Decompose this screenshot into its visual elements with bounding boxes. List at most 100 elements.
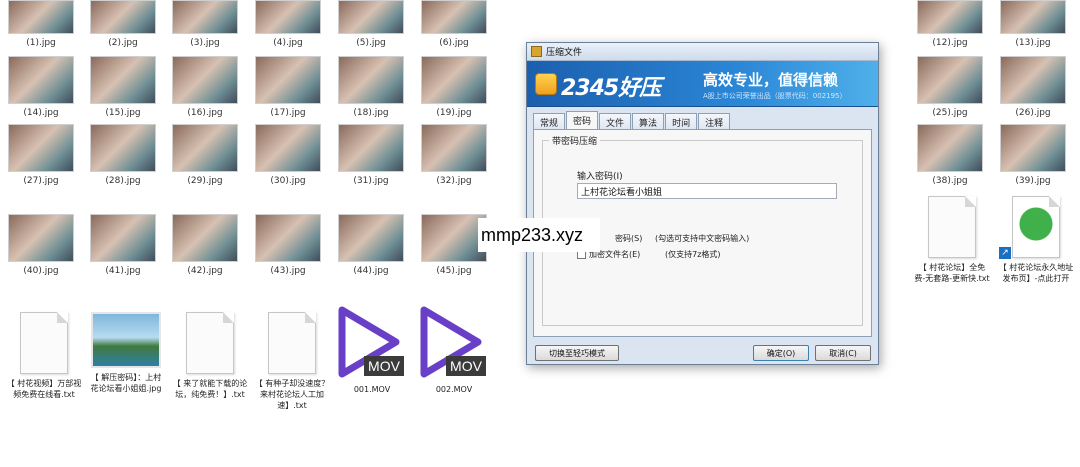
image-thumbnail[interactable] <box>421 56 487 104</box>
dialog-title-bar[interactable]: 压缩文件 <box>527 43 878 61</box>
file-name: 【 村花论坛】全免费-无套路-更新快.txt <box>914 263 990 283</box>
image-thumbnail[interactable] <box>338 56 404 104</box>
group-title: 带密码压缩 <box>549 134 601 147</box>
video-file-icon: MOV <box>338 306 404 378</box>
file-item[interactable]: (25).jpg <box>917 56 983 119</box>
image-thumbnail[interactable] <box>172 214 238 262</box>
file-item[interactable]: (16).jpg <box>172 56 238 119</box>
image-thumbnail[interactable] <box>421 124 487 172</box>
file-item[interactable]: (17).jpg <box>255 56 321 119</box>
file-item[interactable]: (29).jpg <box>172 124 238 187</box>
image-thumbnail[interactable] <box>8 124 74 172</box>
show-password-option[interactable]: 密码(S) <box>615 233 642 244</box>
image-thumbnail[interactable] <box>255 214 321 262</box>
file-item[interactable]: (44).jpg <box>338 214 404 277</box>
txt-file-item[interactable]: 【 来了就能下载的论坛，纯免费！】.txt <box>172 312 248 400</box>
tab-5[interactable]: 注释 <box>698 113 731 130</box>
image-thumbnail[interactable] <box>338 124 404 172</box>
file-item[interactable]: (39).jpg <box>1000 124 1066 187</box>
file-name: (30).jpg <box>270 176 306 186</box>
compress-dialog: 压缩文件 2345好压 高效专业，值得信赖 A股上市公司荣誉出品（股票代码：00… <box>526 42 879 365</box>
txt-file-item[interactable]: 【 村花论坛】全免费-无套路-更新快.txt <box>914 196 990 284</box>
cancel-button[interactable]: 取消(C) <box>815 345 871 361</box>
image-thumbnail[interactable] <box>8 0 74 34</box>
file-item[interactable]: (28).jpg <box>90 124 156 187</box>
file-item[interactable]: (14).jpg <box>8 56 74 119</box>
image-thumbnail[interactable] <box>90 56 156 104</box>
brand-slogan: 高效专业，值得信赖 <box>703 71 839 89</box>
file-item[interactable]: (30).jpg <box>255 124 321 187</box>
ok-button[interactable]: 确定(O) <box>753 345 809 361</box>
image-thumbnail[interactable] <box>8 56 74 104</box>
file-item[interactable]: (19).jpg <box>421 56 487 119</box>
txt-file-item[interactable]: 【 村花视频】万部视频免费在线看.txt <box>6 312 82 400</box>
image-thumbnail[interactable] <box>255 124 321 172</box>
file-item[interactable]: (18).jpg <box>338 56 404 119</box>
file-name: (44).jpg <box>353 266 389 276</box>
image-thumbnail[interactable] <box>1000 124 1066 172</box>
file-name: 002.MOV <box>435 385 473 394</box>
image-thumbnail[interactable] <box>338 0 404 34</box>
image-thumbnail[interactable] <box>255 0 321 34</box>
file-item[interactable]: (42).jpg <box>172 214 238 277</box>
tab-4[interactable]: 时间 <box>665 113 698 130</box>
image-thumbnail[interactable] <box>917 124 983 172</box>
image-thumbnail[interactable] <box>90 124 156 172</box>
file-item[interactable]: (5).jpg <box>338 0 404 49</box>
image-thumbnail[interactable] <box>1000 0 1066 34</box>
file-item[interactable]: (27).jpg <box>8 124 74 187</box>
file-item[interactable]: (2).jpg <box>90 0 156 49</box>
image-thumbnail[interactable] <box>172 0 238 34</box>
image-thumbnail[interactable] <box>1000 56 1066 104</box>
password-label: 输入密码(I) <box>577 172 623 182</box>
file-item[interactable]: (13).jpg <box>1000 0 1066 49</box>
file-name: 【 来了就能下载的论坛，纯免费！】.txt <box>172 379 248 399</box>
mov-file-item[interactable]: MOV 001.MOV <box>334 306 410 395</box>
switch-light-mode-button[interactable]: 切换至轻巧模式 <box>535 345 619 361</box>
file-item[interactable]: (43).jpg <box>255 214 321 277</box>
url-shortcut-item[interactable]: 【 村花论坛永久地址发布页】-点此打开 <box>998 196 1074 284</box>
file-name: 【 解压密码】：上村花论坛看小姐姐.jpg <box>90 373 162 393</box>
file-item[interactable]: (38).jpg <box>917 124 983 187</box>
mov-file-item[interactable]: MOV 002.MOV <box>416 306 492 395</box>
image-thumbnail[interactable] <box>917 0 983 34</box>
file-item[interactable]: (26).jpg <box>1000 56 1066 119</box>
file-item[interactable]: (4).jpg <box>255 0 321 49</box>
image-thumbnail[interactable] <box>338 214 404 262</box>
tab-1[interactable]: 密码 <box>566 111 599 130</box>
file-item[interactable]: (15).jpg <box>90 56 156 119</box>
image-thumbnail[interactable] <box>172 124 238 172</box>
watermark-text: mmp233.xyz <box>478 218 600 252</box>
file-item[interactable]: (32).jpg <box>421 124 487 187</box>
file-name: (15).jpg <box>105 108 141 118</box>
file-item[interactable]: (31).jpg <box>338 124 404 187</box>
image-thumbnail[interactable] <box>90 0 156 34</box>
file-item[interactable]: (3).jpg <box>172 0 238 49</box>
image-thumbnail[interactable] <box>8 214 74 262</box>
file-item[interactable]: (1).jpg <box>8 0 74 49</box>
image-thumbnail[interactable] <box>90 214 156 262</box>
file-item[interactable]: (6).jpg <box>421 0 487 49</box>
file-name: (17).jpg <box>270 108 306 118</box>
image-thumbnail[interactable] <box>255 56 321 104</box>
tab-3[interactable]: 算法 <box>632 113 665 130</box>
txt-file-item[interactable]: 【 有种子却没速度？来村花论坛人工加速】.txt <box>254 312 330 411</box>
file-name: 【 村花论坛永久地址发布页】-点此打开 <box>998 263 1074 283</box>
file-name: (27).jpg <box>23 176 59 186</box>
file-name: 【 有种子却没速度？来村花论坛人工加速】.txt <box>254 379 330 410</box>
password-input[interactable] <box>577 183 837 199</box>
file-name: (19).jpg <box>436 108 472 118</box>
file-item[interactable]: (12).jpg <box>917 0 983 49</box>
file-item[interactable]: (40).jpg <box>8 214 74 277</box>
file-item[interactable]: (41).jpg <box>90 214 156 277</box>
image-thumbnail[interactable] <box>421 0 487 34</box>
mov-badge-text: MOV <box>368 358 401 374</box>
image-file-item[interactable]: 【 解压密码】：上村花论坛看小姐姐.jpg <box>88 312 164 394</box>
image-thumbnail[interactable] <box>172 56 238 104</box>
image-thumbnail[interactable] <box>917 56 983 104</box>
tab-2[interactable]: 文件 <box>599 113 632 130</box>
file-name: (29).jpg <box>187 176 223 186</box>
image-file-icon <box>91 312 161 368</box>
file-name: (2).jpg <box>108 38 138 48</box>
tab-0[interactable]: 常规 <box>533 113 566 130</box>
